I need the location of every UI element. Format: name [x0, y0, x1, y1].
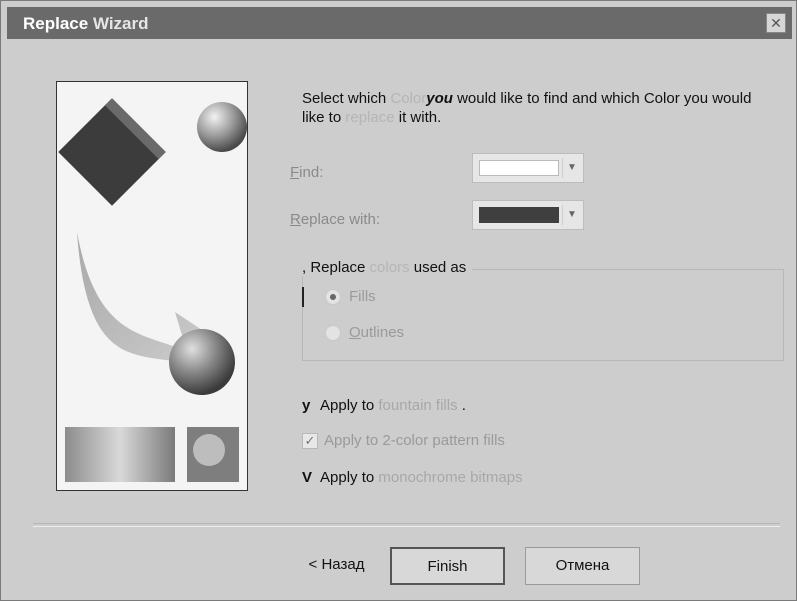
checkbox-checked-icon: ✓ — [302, 433, 318, 450]
fountain-label-tail: . — [457, 397, 466, 414]
instruction-color-word: Color — [390, 90, 427, 107]
chevron-down-icon: ▼ — [562, 205, 581, 225]
group-title: , Replace colors used as — [302, 259, 473, 276]
title-bar: Replace Wizard ✕ — [7, 7, 792, 39]
fountain-fills-checkbox[interactable]: y Apply to fountain fills . — [302, 397, 466, 414]
outlines-hotkey: O — [349, 324, 361, 341]
fills-radio[interactable]: Fills — [325, 288, 376, 306]
find-color-swatch — [479, 160, 559, 176]
back-button[interactable]: < Назад — [279, 547, 394, 585]
wizard-illustration — [56, 81, 248, 491]
group-title-part: used as — [409, 259, 467, 276]
replace-wizard-dialog: Replace Wizard ✕ Select which Coloryou w… — [0, 0, 797, 601]
mono-label-light: monochrome bitmaps — [378, 469, 523, 486]
find-color-dropdown[interactable]: ▼ — [472, 153, 584, 183]
close-button[interactable]: ✕ — [766, 13, 786, 33]
text-cursor-mark — [302, 287, 304, 307]
back-button-label: < Назад — [308, 556, 365, 573]
find-label: Find: — [290, 164, 324, 181]
cancel-button-label: Отмена — [555, 557, 610, 574]
title-text: Replace — [23, 14, 93, 33]
check-mark: V — [302, 469, 313, 486]
finish-button-label: Finish — [427, 558, 468, 575]
check-mark: y — [302, 397, 311, 414]
illustration-graphic — [57, 82, 247, 490]
instruction-part: Select which — [302, 90, 391, 107]
replace-colors-groupbox — [302, 269, 784, 361]
cancel-button[interactable]: Отмена — [525, 547, 640, 585]
dialog-title: Replace Wizard — [23, 14, 149, 34]
divider — [33, 523, 780, 527]
fountain-label: Apply to — [320, 397, 379, 414]
instruction-text: Select which Coloryou would like to find… — [302, 89, 757, 127]
finish-button[interactable]: Finish — [390, 547, 505, 585]
pattern-label: Apply to 2-color pattern fills — [324, 432, 505, 449]
replace-color-dropdown[interactable]: ▼ — [472, 200, 584, 230]
monochrome-bitmaps-checkbox[interactable]: V Apply to monochrome bitmaps — [302, 469, 523, 486]
mono-label: Apply to — [320, 469, 379, 486]
chevron-down-icon: ▼ — [562, 158, 581, 178]
fills-label: Fills — [349, 288, 376, 305]
instruction-part: it with. — [394, 109, 442, 126]
outlines-radio[interactable]: Outlines — [325, 324, 405, 342]
replace-with-label: Replace with: — [290, 211, 381, 228]
radio-icon — [325, 325, 341, 342]
title-text-faded: Wizard — [92, 14, 149, 33]
pattern-fills-checkbox[interactable]: ✓ Apply to 2-color pattern fills — [302, 432, 505, 450]
fountain-label-light: fountain fills — [378, 397, 458, 414]
group-title-colors: colors — [369, 259, 410, 276]
close-icon: ✕ — [770, 15, 782, 31]
instruction-replace-word: replace — [345, 109, 395, 126]
instruction-you-word: you — [426, 90, 453, 107]
group-title-part: Replace — [310, 259, 370, 276]
replace-color-swatch — [479, 207, 559, 223]
radio-checked-icon — [325, 289, 341, 306]
outlines-label: utlines — [360, 324, 405, 341]
